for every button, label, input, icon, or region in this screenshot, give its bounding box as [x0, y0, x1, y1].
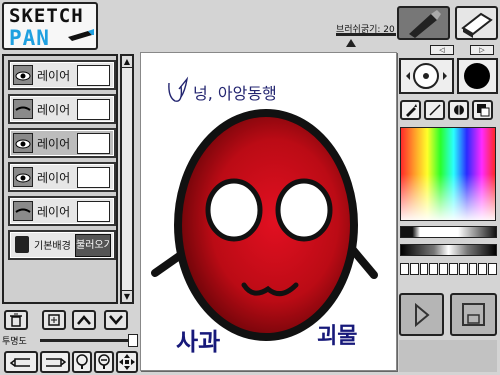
line-icon[interactable]: [424, 100, 445, 120]
eye-icon[interactable]: [13, 167, 33, 187]
brush-size-increase[interactable]: ▷: [470, 45, 494, 55]
layer-item[interactable]: 레이어: [8, 162, 116, 192]
save-button[interactable]: [450, 293, 497, 336]
eye-icon[interactable]: [13, 133, 33, 153]
opacity-knob[interactable]: [128, 334, 138, 347]
layer-label: 레이어: [37, 137, 71, 151]
load-image-button[interactable]: 불러오기: [75, 234, 111, 257]
recent-color-swatch[interactable]: [488, 263, 497, 275]
canvas-handwriting: 넝, 아앙동행: [193, 84, 277, 103]
opacity-control[interactable]: 투명도: [2, 334, 138, 348]
layers-mode-icon[interactable]: [472, 100, 493, 120]
layer-thumbnail: [77, 167, 110, 188]
pen-icon: [68, 29, 94, 41]
recent-colors: [400, 263, 497, 275]
recent-color-swatch[interactable]: [419, 263, 429, 275]
layer-thumbnail: [77, 99, 110, 120]
layer-scrollbar[interactable]: ▲ ▼: [120, 54, 134, 304]
lock-icon: [15, 236, 29, 253]
current-color-swatch[interactable]: [457, 58, 498, 94]
brush-tool-button[interactable]: [397, 6, 450, 40]
layer-item[interactable]: 레이어: [8, 94, 116, 124]
undo-icon[interactable]: [4, 351, 38, 373]
play-icon: [415, 302, 430, 328]
arrow-down-icon[interactable]: [104, 310, 128, 330]
logo-line1: SKETCH: [9, 5, 84, 27]
add-layer-icon[interactable]: [42, 310, 66, 330]
color-palette[interactable]: [400, 127, 496, 221]
layer-label: 레이어: [37, 205, 71, 219]
redo-icon[interactable]: [40, 351, 70, 373]
brush-preview[interactable]: [399, 58, 454, 94]
layer-item[interactable]: 레이어: [8, 60, 116, 90]
zoom-in-icon[interactable]: [72, 351, 92, 373]
brush-size-slider[interactable]: [336, 33, 396, 36]
recent-color-swatch[interactable]: [468, 263, 478, 275]
layer-item[interactable]: 레이어: [8, 128, 116, 158]
recent-color-swatch[interactable]: [448, 263, 458, 275]
layer-thumbnail: [77, 65, 110, 86]
arrow-up-icon[interactable]: [72, 310, 96, 330]
move-icon[interactable]: [116, 351, 138, 373]
scroll-up-icon[interactable]: ▲: [122, 56, 132, 68]
brush-size-knob[interactable]: [346, 39, 356, 47]
trash-icon[interactable]: [4, 310, 28, 330]
zoom-out-icon[interactable]: [94, 351, 114, 373]
layer-panel: 레이어 레이어 레이어 레이어 레이어 기본배경 불러오기: [2, 54, 118, 304]
grayscale-bar[interactable]: [400, 226, 497, 238]
brightness-bar[interactable]: [400, 244, 497, 256]
opacity-label: 투명도: [2, 337, 27, 347]
canvas-caption-left: 사과: [176, 328, 220, 356]
play-button[interactable]: [399, 293, 444, 336]
eye-closed-icon[interactable]: [13, 201, 33, 221]
layer-label: 레이어: [37, 69, 71, 83]
save-icon: [462, 303, 485, 326]
recent-color-swatch[interactable]: [458, 263, 468, 275]
eraser-tool-button[interactable]: [455, 6, 498, 40]
layer-label: 레이어: [37, 103, 71, 117]
brush-icon: [409, 10, 441, 38]
status-area: [399, 340, 497, 372]
recent-color-swatch[interactable]: [478, 263, 488, 275]
layer-label: 레이어: [37, 171, 71, 185]
eye-closed-icon[interactable]: [13, 99, 33, 119]
canvas-caption-right: 괴물: [317, 324, 357, 349]
background-layer[interactable]: 기본배경 불러오기: [8, 230, 116, 260]
recent-color-swatch[interactable]: [439, 263, 448, 275]
opacity-slider[interactable]: [40, 339, 132, 342]
background-layer-label: 기본배경: [34, 241, 71, 252]
eraser-icon: [461, 12, 493, 38]
drawing-canvas[interactable]: 넝, 아앙동행 사과 괴물: [140, 52, 397, 371]
recent-color-swatch[interactable]: [429, 263, 439, 275]
logo-line2: PAN: [9, 26, 50, 50]
canvas-drawing: 넝, 아앙동행 사과 괴물: [151, 76, 378, 356]
brush-size-decrease[interactable]: ◁: [430, 45, 454, 55]
recent-color-swatch[interactable]: [400, 263, 409, 275]
eye-icon[interactable]: [13, 65, 33, 85]
scroll-down-icon[interactable]: ▼: [122, 290, 132, 302]
recent-color-swatch[interactable]: [409, 263, 419, 275]
layer-item[interactable]: 레이어: [8, 196, 116, 226]
layer-thumbnail: [77, 201, 110, 222]
brush-icon[interactable]: [400, 100, 421, 120]
app-logo: SKETCH PAN: [2, 2, 98, 50]
layer-thumbnail: [77, 133, 110, 154]
fill-icon[interactable]: [448, 100, 469, 120]
